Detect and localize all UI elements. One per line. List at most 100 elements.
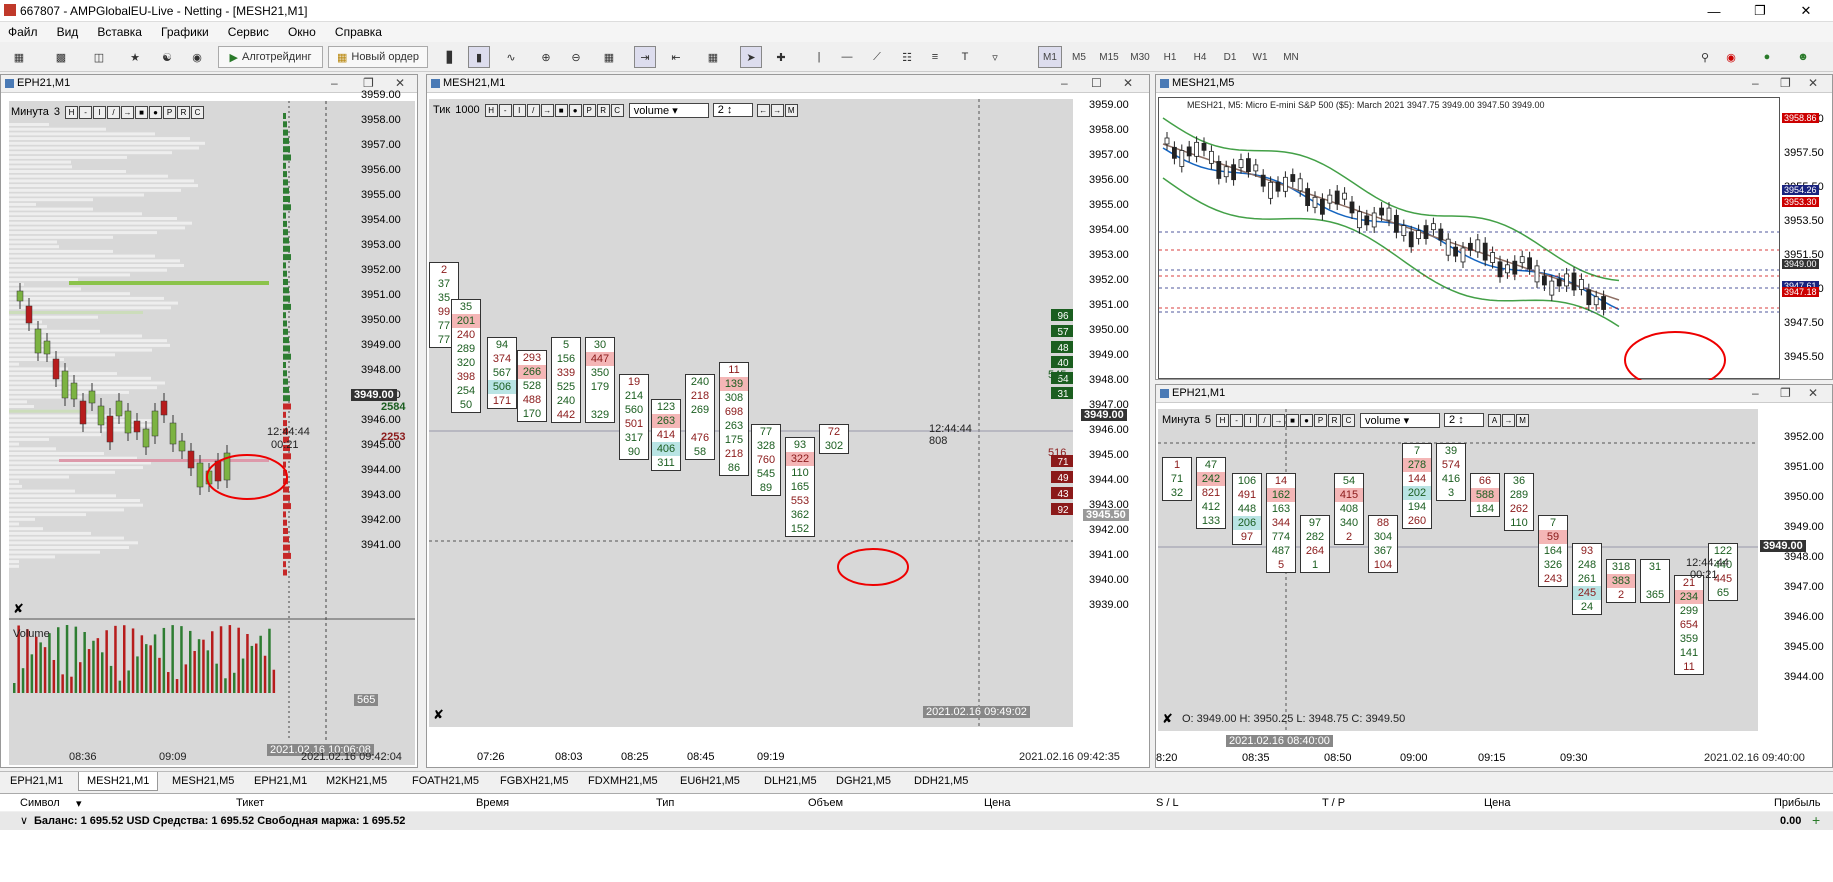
tools-icon[interactable]: ✘	[13, 601, 24, 617]
crosshair-icon[interactable]: ✚	[770, 46, 792, 68]
chart-tab[interactable]: FOATH21,M5	[412, 775, 479, 787]
col-type[interactable]: Тип	[656, 797, 674, 809]
signals-icon[interactable]: ◉	[186, 46, 208, 68]
chart-tab[interactable]: EPH21,M1	[254, 775, 307, 787]
chart-area[interactable]: Тик 1000 H - I / → ■ ● P R C volume ▾ 2 ↕ ← → M 96 5…	[429, 99, 1073, 727]
menu-window[interactable]: Окно	[280, 22, 324, 42]
col-ticket[interactable]: Тикет	[236, 797, 264, 809]
chart-area[interactable]: MESH21, M5: Micro E-mini S&P 500 ($5): M…	[1158, 97, 1780, 380]
col-tp[interactable]: T / P	[1322, 797, 1345, 809]
minimize-icon[interactable]: –	[1061, 76, 1068, 90]
chart-tab[interactable]: DGH21,M5	[836, 775, 891, 787]
chart-tab[interactable]: MESH21,M1	[78, 772, 159, 791]
footprint-cell: 37	[437, 278, 451, 290]
algotrading-button[interactable]: ▶ Алготрейдинг	[218, 46, 323, 68]
col-sl[interactable]: S / L	[1156, 797, 1179, 809]
tools-icon[interactable]: ✘	[433, 707, 444, 723]
col-symbol[interactable]: Символ	[20, 797, 60, 809]
cursor-icon[interactable]: ➤	[740, 46, 762, 68]
text-icon[interactable]: T	[954, 46, 976, 68]
profile-bar	[9, 301, 178, 305]
restore-icon[interactable]: ☐	[1091, 76, 1102, 90]
minimize-icon[interactable]: —	[1691, 0, 1737, 22]
close-icon[interactable]: ✕	[395, 76, 405, 90]
menu-view[interactable]: Вид	[49, 22, 87, 42]
chart-shift-icon[interactable]: ⇤	[665, 46, 687, 68]
tf-m1[interactable]: M1	[1038, 46, 1062, 68]
restore-icon[interactable]: ❐	[1737, 0, 1783, 22]
add-icon[interactable]: +	[1812, 812, 1820, 828]
signal-icon[interactable]: ●	[1756, 46, 1778, 68]
tf-m5[interactable]: M5	[1067, 46, 1091, 68]
zoom-in-icon[interactable]: ⊕	[535, 46, 557, 68]
notifications-icon[interactable]: ◉	[1720, 46, 1742, 68]
col-price[interactable]: Цена	[984, 797, 1010, 809]
close-icon[interactable]: ✕	[1783, 0, 1829, 22]
navigator-icon[interactable]: ★	[124, 46, 146, 68]
minimize-icon[interactable]: –	[1752, 76, 1759, 90]
tf-w1[interactable]: W1	[1248, 46, 1272, 68]
chart-area[interactable]: Минута 3 H - I / → ■ ● P R C 12:44:44 00:21 2584 …	[9, 101, 415, 765]
menu-charts[interactable]: Графики	[153, 22, 217, 42]
channel-icon[interactable]: ☷	[896, 46, 918, 68]
bar-chart-icon[interactable]: ▋	[440, 46, 462, 68]
chart-tab[interactable]: DLH21,M5	[764, 775, 817, 787]
profile-bar	[9, 550, 100, 554]
new-chart-icon[interactable]: ▦	[8, 46, 30, 68]
search-icon[interactable]: ⚲	[1694, 46, 1716, 68]
chart-tab[interactable]: FDXMH21,M5	[588, 775, 658, 787]
menu-insert[interactable]: Вставка	[89, 22, 150, 42]
col-price2[interactable]: Цена	[1484, 797, 1510, 809]
footprint-cell: 5	[1277, 559, 1285, 571]
fibo-icon[interactable]: ≡	[924, 46, 946, 68]
candlestick-icon[interactable]: ▮	[468, 46, 490, 68]
tf-h1[interactable]: H1	[1158, 46, 1182, 68]
shapes-icon[interactable]: ▿	[984, 46, 1006, 68]
vertical-line-icon[interactable]: |	[808, 46, 830, 68]
tile-windows-icon[interactable]: ▦	[598, 46, 620, 68]
tf-mn[interactable]: MN	[1278, 46, 1304, 68]
restore-icon[interactable]: ❐	[1780, 76, 1791, 90]
chart-area[interactable]: Минута 5 H - I / → ■ ● P R C volume ▾ 2 ↕ A → M 1 71…	[1158, 409, 1758, 731]
close-icon[interactable]: ✕	[1123, 76, 1133, 90]
volume-bar	[197, 639, 201, 693]
chart-tab[interactable]: EU6H21,M5	[680, 775, 740, 787]
tf-m15[interactable]: M15	[1096, 46, 1122, 68]
col-time[interactable]: Время	[476, 797, 509, 809]
menu-help[interactable]: Справка	[327, 22, 390, 42]
tf-h4[interactable]: H4	[1188, 46, 1212, 68]
account-icon[interactable]: ☻	[1792, 46, 1814, 68]
footprint-cell: 491	[1237, 489, 1257, 501]
trendline-icon[interactable]: ⟋	[866, 46, 888, 68]
profiles-icon[interactable]: ▩	[50, 46, 72, 68]
col-profit[interactable]: Прибыль	[1774, 797, 1821, 809]
zoom-out-icon[interactable]: ⊖	[565, 46, 587, 68]
tf-m30[interactable]: M30	[1127, 46, 1153, 68]
horizontal-line-icon[interactable]: —	[836, 46, 858, 68]
market-watch-icon[interactable]: ◫	[88, 46, 110, 68]
candle	[1231, 164, 1236, 181]
profile-bar	[9, 217, 177, 220]
tools-icon[interactable]: ✘	[1162, 711, 1173, 727]
tf-d1[interactable]: D1	[1218, 46, 1242, 68]
expand-icon[interactable]: ∨	[20, 814, 28, 827]
chart-tab[interactable]: DDH21,M5	[914, 775, 968, 787]
minimize-icon[interactable]: –	[331, 76, 338, 90]
menu-file[interactable]: Файл	[0, 22, 46, 42]
chart-tab[interactable]: M2KH21,M5	[326, 775, 387, 787]
line-chart-icon[interactable]: ∿	[500, 46, 522, 68]
minimize-icon[interactable]: –	[1752, 386, 1759, 400]
autoscroll-icon[interactable]: ⇥	[634, 46, 656, 68]
col-volume[interactable]: Объем	[808, 797, 843, 809]
indicators-icon[interactable]: ▦	[702, 46, 724, 68]
new-order-button[interactable]: ▦ Новый ордер	[328, 46, 428, 68]
menu-service[interactable]: Сервис	[220, 22, 277, 42]
chart-tab[interactable]: FGBXH21,M5	[500, 775, 568, 787]
chart-tab[interactable]: MESH21,M5	[172, 775, 234, 787]
restore-icon[interactable]: ❐	[363, 76, 374, 90]
close-icon[interactable]: ✕	[1808, 76, 1818, 90]
chart-tab[interactable]: EPH21,M1	[10, 775, 63, 787]
data-window-icon[interactable]: ☯	[156, 46, 178, 68]
close-icon[interactable]: ✕	[1808, 386, 1818, 400]
restore-icon[interactable]: ❐	[1780, 386, 1791, 400]
